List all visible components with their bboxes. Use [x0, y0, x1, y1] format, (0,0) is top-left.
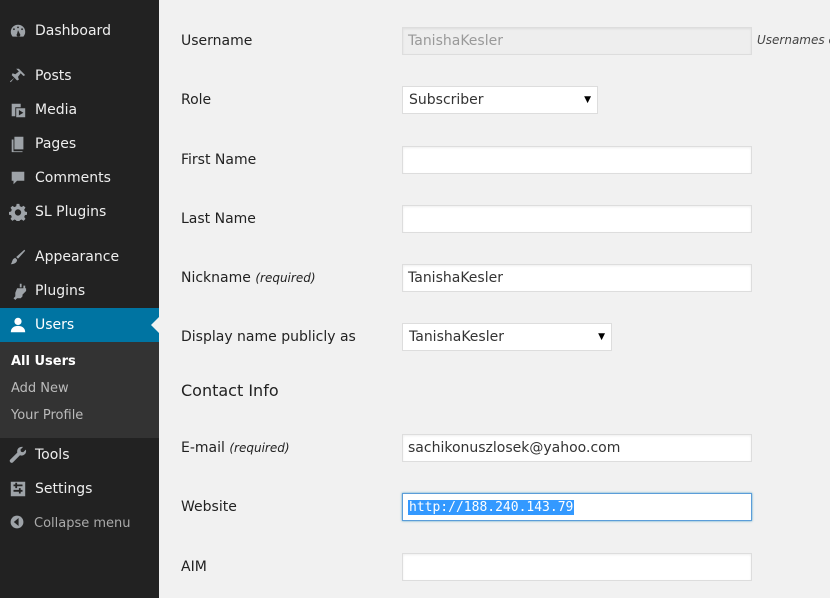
menu-label: Comments — [35, 170, 111, 186]
email-label: E-mail (required) — [181, 440, 290, 456]
menu-label: Tools — [35, 447, 70, 463]
menu-label: Media — [35, 102, 78, 118]
display-name-label: Display name publicly as — [181, 329, 356, 345]
display-name-selected-value: TanishaKesler — [409, 329, 504, 345]
aim-field[interactable] — [402, 553, 752, 581]
last-name-label: Last Name — [181, 211, 256, 227]
dropdown-arrow-icon: ▼ — [584, 95, 591, 105]
aim-label: AIM — [181, 559, 207, 575]
role-selected-value: Subscriber — [409, 92, 484, 108]
menu-item-comments[interactable]: Comments — [0, 161, 159, 195]
admin-sidebar: Dashboard Posts Media Pages Comments SL … — [0, 0, 159, 598]
menu-item-posts[interactable]: Posts — [0, 59, 159, 93]
menu-item-pages[interactable]: Pages — [0, 127, 159, 161]
username-label: Username — [181, 33, 253, 49]
required-marker: (required) — [255, 271, 316, 285]
website-selected-text: http://188.240.143.79 — [408, 499, 575, 515]
media-icon — [8, 100, 28, 120]
nickname-label: Nickname (required) — [181, 270, 316, 286]
menu-item-users[interactable]: Users — [0, 308, 159, 342]
role-label: Role — [181, 92, 212, 108]
comment-icon — [8, 168, 28, 188]
menu-item-sl-plugins[interactable]: SL Plugins — [0, 195, 159, 229]
menu-item-plugins[interactable]: Plugins — [0, 274, 159, 308]
menu-label: Plugins — [35, 283, 86, 299]
dropdown-arrow-icon: ▼ — [598, 332, 605, 342]
first-name-field[interactable] — [402, 146, 752, 174]
collapse-arrow-icon — [9, 514, 27, 532]
dashboard-icon — [8, 21, 28, 41]
menu-label: Posts — [35, 68, 72, 84]
menu-item-settings[interactable]: Settings — [0, 472, 159, 506]
user-icon — [8, 315, 28, 335]
menu-item-dashboard[interactable]: Dashboard — [0, 14, 159, 48]
submenu-all-users[interactable]: All Users — [11, 354, 76, 369]
menu-label: Users — [35, 317, 75, 333]
nickname-label-text: Nickname — [181, 270, 251, 286]
submenu-add-new[interactable]: Add New — [11, 381, 69, 396]
required-marker: (required) — [229, 441, 290, 455]
menu-label: SL Plugins — [35, 204, 107, 220]
gear-icon — [8, 202, 28, 222]
active-indicator — [151, 317, 159, 333]
menu-label: Settings — [35, 481, 93, 497]
email-field[interactable]: sachikonuszlosek@yahoo.com — [402, 434, 752, 462]
menu-item-media[interactable]: Media — [0, 93, 159, 127]
username-hint: Usernames c — [757, 33, 830, 47]
username-field: TanishaKesler — [402, 27, 752, 55]
website-field[interactable]: http://188.240.143.79 — [402, 493, 752, 521]
users-submenu: All Users Add New Your Profile — [0, 342, 159, 438]
submenu-your-profile[interactable]: Your Profile — [11, 408, 83, 423]
email-label-text: E-mail — [181, 440, 225, 456]
menu-label: Appearance — [35, 249, 120, 265]
display-name-select[interactable]: TanishaKesler ▼ — [402, 323, 612, 351]
website-label: Website — [181, 499, 237, 515]
sliders-icon — [8, 479, 28, 499]
brush-icon — [8, 247, 28, 267]
contact-info-heading: Contact Info — [181, 381, 279, 400]
first-name-label: First Name — [181, 152, 257, 168]
profile-form: Username TanishaKesler Usernames c Role … — [159, 0, 830, 598]
menu-label: Dashboard — [35, 23, 111, 39]
menu-item-tools[interactable]: Tools — [0, 438, 159, 472]
wrench-icon — [8, 445, 28, 465]
last-name-field[interactable] — [402, 205, 752, 233]
collapse-menu-button[interactable]: Collapse menu — [0, 511, 159, 535]
collapse-label: Collapse menu — [34, 515, 131, 531]
plug-icon — [8, 281, 28, 301]
role-select[interactable]: Subscriber ▼ — [402, 86, 598, 114]
nickname-field[interactable]: TanishaKesler — [402, 264, 752, 292]
menu-label: Pages — [35, 136, 77, 152]
pin-icon — [8, 66, 28, 86]
menu-item-appearance[interactable]: Appearance — [0, 240, 159, 274]
pages-icon — [8, 134, 28, 154]
